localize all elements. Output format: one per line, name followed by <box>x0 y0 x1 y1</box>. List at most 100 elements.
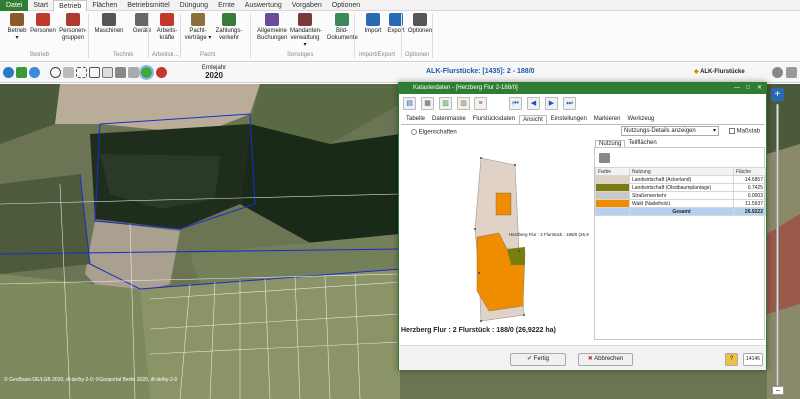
table-row[interactable]: Landwirtschaft (Ackerland) 14.6857 <box>595 175 766 184</box>
measure-icon[interactable] <box>128 67 139 78</box>
nutzung-cell: Landwirtschaft (Ackerland) <box>629 175 734 184</box>
year-value: 2020 <box>205 71 223 80</box>
total-row[interactable]: Gesamt 26.9222 <box>595 207 766 216</box>
abbrechen-button[interactable]: ✖ Abbrechen <box>578 353 633 366</box>
menu-file[interactable]: Datei <box>0 0 29 11</box>
tab-tabelle[interactable]: Tabelle <box>403 115 428 124</box>
last-record-button[interactable]: ⏭ <box>563 97 576 110</box>
print-icon[interactable] <box>599 153 610 163</box>
tab-markieren[interactable]: Markieren <box>591 115 624 124</box>
minimize-icon[interactable]: — <box>734 83 740 94</box>
menu-d-ngung[interactable]: Düngung <box>175 0 213 11</box>
parcel-view <box>474 157 526 322</box>
maximize-icon[interactable]: □ <box>746 83 750 94</box>
menu-auswertung[interactable]: Auswertung <box>240 0 287 11</box>
map-toolbar: Erntejahr 2020 ALK-Flurstücke: [1435]: 2… <box>0 63 800 83</box>
settings-icon[interactable] <box>786 67 797 78</box>
ribbon-button-optionen[interactable]: Optionen <box>405 13 435 35</box>
ribbon-button-zahlungs[interactable]: Zahlungs-verkehr <box>214 13 244 42</box>
globe-icon[interactable] <box>29 67 40 78</box>
nutzung-dropdown[interactable]: Nutzungs-Details anzeigen ▾ <box>621 126 719 136</box>
ribbon-button-allgemeine[interactable]: Allgemeine Buchungen <box>257 13 287 42</box>
select-icon[interactable] <box>76 67 87 78</box>
checkbox-label: Maßstab <box>736 128 761 135</box>
subtab-nutzung[interactable]: Nutzung <box>595 140 626 147</box>
dropdown-value: Nutzungs-Details anzeigen <box>624 128 696 134</box>
ribbon-sublabel: kräfte <box>159 35 175 41</box>
satellite-icon[interactable] <box>139 65 154 80</box>
alk-button[interactable]: ◆ ALK-Flurstücke <box>694 68 745 75</box>
divider <box>401 14 402 58</box>
print-icon[interactable] <box>115 67 126 78</box>
ribbon-label: Arbeits- <box>156 28 178 34</box>
first-record-button[interactable]: ⏮ <box>509 97 522 110</box>
ribbon-label: Bild- <box>335 28 348 34</box>
next-record-button[interactable]: ▶ <box>545 97 558 110</box>
divider <box>88 14 89 58</box>
zoom-out-button[interactable]: − <box>772 386 784 395</box>
ribbon-icon <box>265 13 279 26</box>
zoom-out-icon[interactable] <box>63 67 74 78</box>
ribbon-button-pacht[interactable]: Pacht-verträge ▾ <box>183 13 213 42</box>
flaeche-cell: 11.5937 <box>733 199 766 208</box>
col-header-flaeche[interactable]: Fläche <box>733 167 766 176</box>
columns-icon[interactable]: ▥ <box>457 97 470 110</box>
tab-ansicht[interactable]: Ansicht <box>519 115 547 124</box>
menu-ernte[interactable]: Ernte <box>213 0 240 11</box>
prev-record-button[interactable]: ◀ <box>527 97 540 110</box>
ribbon-button-bild[interactable]: Bild- Dokumente <box>327 13 358 42</box>
zoom-icon[interactable] <box>50 67 61 78</box>
ribbon-button-maschinen[interactable]: Maschinen <box>94 13 124 35</box>
ribbon-button-personen[interactable]: Personen-gruppen <box>58 13 88 42</box>
layer-icon[interactable] <box>156 67 167 78</box>
ribbon-label: Allgemeine <box>257 28 287 34</box>
parcel-label: Herzberg Flur : 2 Flurstück : 188/0 (26,… <box>509 232 589 237</box>
grid-icon[interactable] <box>102 67 113 78</box>
massstab-checkbox[interactable]: Maßstab <box>729 128 760 135</box>
ribbon-icon <box>413 13 427 26</box>
help-button[interactable]: ? <box>725 353 738 366</box>
tab-einstellungen[interactable]: Einstellungen <box>548 115 590 124</box>
gear-icon[interactable] <box>772 67 783 78</box>
table-row[interactable]: Wald (Nadelholz) 11.5937 <box>595 199 766 208</box>
total-label: Gesamt <box>629 207 734 216</box>
ribbon-icon <box>191 13 205 26</box>
layers-icon[interactable]: ▥ <box>439 97 452 110</box>
print-icon[interactable]: ▦ <box>421 97 434 110</box>
refresh-icon[interactable] <box>3 67 14 78</box>
ribbon-label: Maschinen <box>94 28 124 34</box>
menu-vorgaben[interactable]: Vorgaben <box>287 0 327 11</box>
eigenschaften-radio[interactable]: Eigenschaften <box>411 129 457 136</box>
pencil-icon[interactable] <box>16 67 27 78</box>
list-icon[interactable]: ≡ <box>474 97 487 110</box>
ribbon-icon <box>10 13 24 26</box>
subtab-teilflächen[interactable]: Teilflächen <box>625 140 659 147</box>
table-icon[interactable]: ▤ <box>403 97 416 110</box>
close-icon[interactable]: ✕ <box>757 83 762 94</box>
fertig-button[interactable]: ✔ Fertig <box>510 353 566 366</box>
frame-icon[interactable] <box>89 67 100 78</box>
menu-betriebsmittel[interactable]: Betriebsmittel <box>122 0 174 11</box>
year-selector[interactable]: Erntejahr 2020 <box>196 64 232 80</box>
col-header-farbe[interactable]: Farbe <box>595 167 630 176</box>
ribbon-button-personen[interactable]: Personen <box>28 13 58 35</box>
table-row[interactable]: Landwirtschaft (Obstbaumplantage) 0.7425 <box>595 183 766 192</box>
ribbon-button-mandanten[interactable]: Mandanten-verwaltung ▾ <box>290 13 322 49</box>
ribbon-button-arbeits[interactable]: Arbeits-kräfte <box>152 13 182 42</box>
tab-flurst-cksdaten[interactable]: Flurstücksdaten <box>470 115 518 124</box>
tab-datenmaske[interactable]: Datenmaske <box>429 115 469 124</box>
zoom-in-button[interactable]: + <box>771 88 784 101</box>
record-code: 14146 <box>743 353 763 366</box>
dialog-titlebar: Katasterdaten - [Herzberg Flur 2-188/0] … <box>399 83 766 94</box>
ribbon-label: Personen- <box>59 28 87 34</box>
menu-fl-chen[interactable]: Flächen <box>87 0 122 11</box>
tab-werkzeug[interactable]: Werkzeug <box>624 115 657 124</box>
zoom-slider[interactable] <box>776 104 779 386</box>
menu-start[interactable]: Start <box>28 0 53 11</box>
col-header-nutzung[interactable]: Nutzung <box>629 167 734 176</box>
menu-optionen[interactable]: Optionen <box>327 0 365 11</box>
table-row[interactable]: Straßenverkehr 0.0003 <box>595 191 766 200</box>
menu-betrieb[interactable]: Betrieb <box>53 0 88 11</box>
flaeche-cell: 14.6857 <box>733 175 766 184</box>
ribbon-sublabel: gruppen <box>61 35 85 41</box>
